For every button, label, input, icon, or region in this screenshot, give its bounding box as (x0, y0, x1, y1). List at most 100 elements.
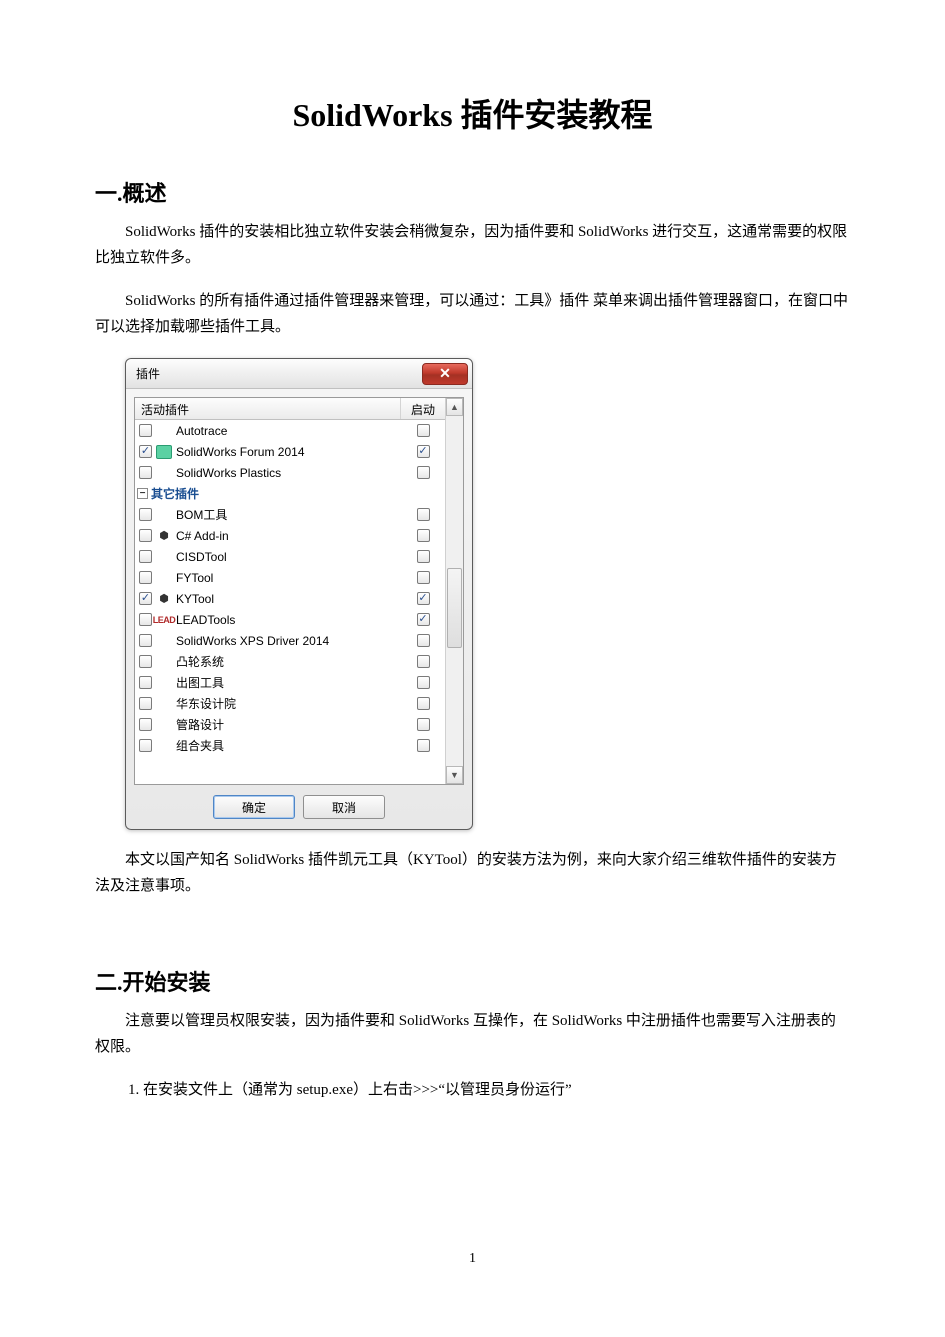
addin-label: 华东设计院 (176, 695, 236, 712)
active-checkbox[interactable] (139, 655, 152, 668)
startup-checkbox[interactable] (417, 634, 430, 647)
blank-icon (156, 718, 172, 732)
active-checkbox[interactable] (139, 466, 152, 479)
startup-checkbox[interactable] (417, 592, 430, 605)
section-other-label: 其它插件 (151, 485, 199, 502)
list-item: 组合夹具 (135, 735, 445, 756)
startup-checkbox[interactable] (417, 529, 430, 542)
startup-checkbox[interactable] (417, 445, 430, 458)
list-item: SolidWorks XPS Driver 2014 (135, 630, 445, 651)
addin-label: 管路设计 (176, 716, 224, 733)
list-item: Autotrace (135, 420, 445, 441)
column-startup: 启动 (401, 398, 445, 419)
addins-dialog: 插件 ✕ 活动插件 启动 Autotrace SolidWorks Forum 2… (125, 358, 473, 830)
active-checkbox[interactable] (139, 550, 152, 563)
blank-icon (156, 466, 172, 480)
close-icon: ✕ (439, 365, 451, 382)
dialog-titlebar: 插件 ✕ (126, 359, 472, 389)
list-header: 活动插件 启动 (135, 398, 445, 420)
blank-icon (156, 676, 172, 690)
list-item: 出图工具 (135, 672, 445, 693)
scroll-track[interactable] (446, 416, 463, 766)
dialog-footer: 确定 取消 (134, 785, 464, 819)
active-checkbox[interactable] (139, 676, 152, 689)
startup-checkbox[interactable] (417, 739, 430, 752)
active-checkbox[interactable] (139, 592, 152, 605)
blank-icon (156, 739, 172, 753)
cube-icon: ⬢ (156, 529, 172, 543)
blank-icon (156, 634, 172, 648)
active-checkbox[interactable] (139, 445, 152, 458)
chevron-up-icon: ▲ (450, 402, 459, 412)
section-1-para-1: SolidWorks 插件的安装相比独立软件安装会稍微复杂，因为插件要和 Sol… (95, 220, 850, 271)
column-active-addins: 活动插件 (135, 398, 401, 419)
blank-icon (156, 655, 172, 669)
chevron-down-icon: ▼ (450, 770, 459, 780)
active-checkbox[interactable] (139, 634, 152, 647)
cube-icon: ⬢ (156, 592, 172, 606)
ok-button[interactable]: 确定 (213, 795, 295, 819)
cancel-button[interactable]: 取消 (303, 795, 385, 819)
close-button[interactable]: ✕ (422, 363, 468, 385)
section-other-addins[interactable]: − 其它插件 (135, 483, 445, 504)
list-item: 管路设计 (135, 714, 445, 735)
active-checkbox[interactable] (139, 718, 152, 731)
startup-checkbox[interactable] (417, 676, 430, 689)
section-2-para-1: 注意要以管理员权限安装，因为插件要和 SolidWorks 互操作，在 Soli… (95, 1009, 850, 1060)
list-item: BOM工具 (135, 504, 445, 525)
section-1-para-2: SolidWorks 的所有插件通过插件管理器来管理，可以通过：工具》插件 菜单… (95, 289, 850, 340)
list-item: ⬢ KYTool (135, 588, 445, 609)
scroll-up-button[interactable]: ▲ (446, 398, 463, 416)
addin-label: KYTool (176, 592, 214, 606)
page-title: SolidWorks 插件安装教程 (95, 90, 850, 136)
dialog-title: 插件 (136, 365, 160, 382)
addin-label: 组合夹具 (176, 737, 224, 754)
list-item: ⬢ C# Add-in (135, 525, 445, 546)
addin-label: SolidWorks XPS Driver 2014 (176, 634, 329, 648)
active-checkbox[interactable] (139, 508, 152, 521)
active-checkbox[interactable] (139, 424, 152, 437)
section-1-para-3: 本文以国产知名 SolidWorks 插件凯元工具（KYTool）的安装方法为例… (95, 848, 850, 899)
scroll-down-button[interactable]: ▼ (446, 766, 463, 784)
blank-icon (156, 571, 172, 585)
addin-label: 出图工具 (176, 674, 224, 691)
active-checkbox[interactable] (139, 571, 152, 584)
list-item: SolidWorks Forum 2014 (135, 441, 445, 462)
startup-checkbox[interactable] (417, 508, 430, 521)
scroll-thumb[interactable] (447, 568, 462, 648)
startup-checkbox[interactable] (417, 424, 430, 437)
active-checkbox[interactable] (139, 697, 152, 710)
blank-icon (156, 424, 172, 438)
startup-checkbox[interactable] (417, 571, 430, 584)
collapse-icon[interactable]: − (137, 488, 148, 499)
startup-checkbox[interactable] (417, 613, 430, 626)
addin-label: 凸轮系统 (176, 653, 224, 670)
startup-checkbox[interactable] (417, 718, 430, 731)
startup-checkbox[interactable] (417, 466, 430, 479)
active-checkbox[interactable] (139, 739, 152, 752)
active-checkbox[interactable] (139, 529, 152, 542)
addin-label: BOM工具 (176, 506, 227, 523)
forum-icon (156, 445, 172, 459)
list-item: CISDTool (135, 546, 445, 567)
active-checkbox[interactable] (139, 613, 152, 626)
startup-checkbox[interactable] (417, 697, 430, 710)
list-item: FYTool (135, 567, 445, 588)
addin-label: CISDTool (176, 550, 227, 564)
addin-label: FYTool (176, 571, 213, 585)
addin-label: SolidWorks Plastics (176, 466, 281, 480)
section-2-step-1: 1. 在安装文件上（通常为 setup.exe）上右击>>>“以管理员身份运行” (128, 1078, 850, 1104)
section-1-heading: 一.概述 (95, 176, 850, 208)
startup-checkbox[interactable] (417, 655, 430, 668)
section-2-heading: 二.开始安装 (95, 965, 850, 997)
page-number: 1 (469, 1251, 476, 1267)
addin-list: 活动插件 启动 Autotrace SolidWorks Forum 2014 So… (134, 397, 464, 785)
blank-icon (156, 550, 172, 564)
list-item: LEADLEADTools (135, 609, 445, 630)
list-item: 凸轮系统 (135, 651, 445, 672)
addin-label: C# Add-in (176, 529, 229, 543)
blank-icon (156, 508, 172, 522)
addin-label: Autotrace (176, 424, 227, 438)
scrollbar[interactable]: ▲ ▼ (445, 398, 463, 784)
startup-checkbox[interactable] (417, 550, 430, 563)
